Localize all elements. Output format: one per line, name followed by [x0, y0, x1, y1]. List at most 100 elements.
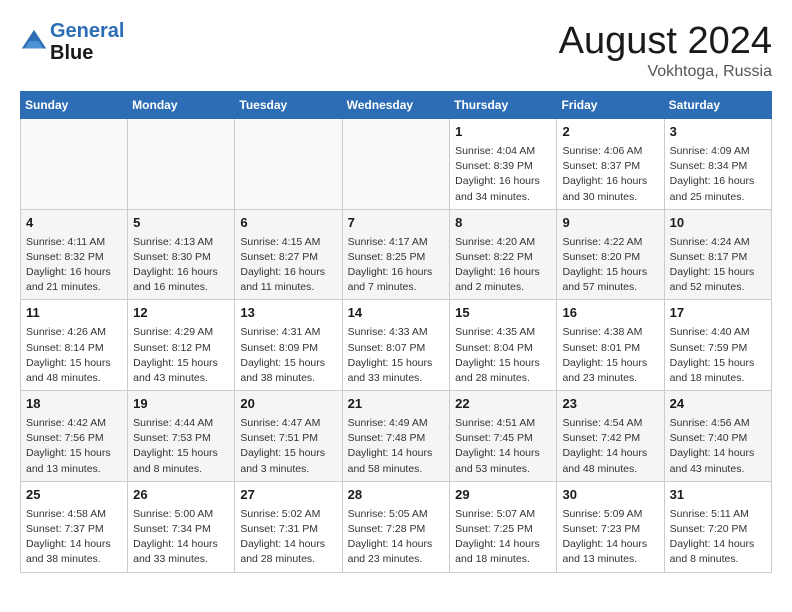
day-info: Sunrise: 4:58 AM Sunset: 7:37 PM Dayligh…	[26, 507, 122, 568]
day-info: Sunrise: 4:35 AM Sunset: 8:04 PM Dayligh…	[455, 325, 551, 386]
calendar-cell: 6Sunrise: 4:15 AM Sunset: 8:27 PM Daylig…	[235, 209, 342, 300]
day-info: Sunrise: 4:20 AM Sunset: 8:22 PM Dayligh…	[455, 235, 551, 296]
calendar-cell: 10Sunrise: 4:24 AM Sunset: 8:17 PM Dayli…	[664, 209, 771, 300]
day-number: 25	[26, 486, 122, 505]
day-info: Sunrise: 4:54 AM Sunset: 7:42 PM Dayligh…	[562, 416, 658, 477]
day-info: Sunrise: 4:49 AM Sunset: 7:48 PM Dayligh…	[348, 416, 445, 477]
day-info: Sunrise: 5:02 AM Sunset: 7:31 PM Dayligh…	[240, 507, 336, 568]
calendar-cell: 5 Sunrise: 4:13 AM Sunset: 8:30 PM Daylig…	[128, 209, 235, 300]
calendar-cell	[21, 119, 128, 210]
calendar-cell: 12 Sunrise: 4:29 AM Sunset: 8:12 PM Dayli…	[128, 300, 235, 391]
day-info: Sunrise: 4:40 AM Sunset: 7:59 PM Dayligh…	[670, 325, 766, 386]
location: Vokhtoga, Russia	[559, 63, 772, 81]
day-info: Sunrise: 4:22 AM Sunset: 8:20 PM Dayligh…	[562, 235, 658, 296]
day-info: Sunrise: 4:42 AM Sunset: 7:56 PM Dayligh…	[26, 416, 122, 477]
day-number: 4	[26, 214, 122, 233]
logo: General Blue	[20, 20, 124, 64]
day-number: 1	[455, 123, 551, 142]
weekday-header-sunday: Sunday	[21, 92, 128, 119]
calendar-table: SundayMondayTuesdayWednesdayThursdayFrid…	[20, 91, 772, 573]
calendar-cell: 13 Sunrise: 4:31 AM Sunset: 8:09 PM Dayli…	[235, 300, 342, 391]
day-number: 27	[240, 486, 336, 505]
day-number: 26	[133, 486, 229, 505]
day-info: Sunrise: 4:26 AM Sunset: 8:14 PM Dayligh…	[26, 325, 122, 386]
day-number: 16	[562, 304, 658, 323]
day-info: Sunrise: 4:38 AM Sunset: 8:01 PM Dayligh…	[562, 325, 658, 386]
calendar-cell: 31 Sunrise: 5:11 AM Sunset: 7:20 PM Dayli…	[664, 481, 771, 572]
day-number: 12	[133, 304, 229, 323]
day-number: 22	[455, 395, 551, 414]
calendar-cell: 18 Sunrise: 4:42 AM Sunset: 7:56 PM Dayli…	[21, 391, 128, 482]
day-number: 11	[26, 304, 122, 323]
day-info: Sunrise: 4:33 AM Sunset: 8:07 PM Dayligh…	[348, 325, 445, 386]
calendar-cell: 11 Sunrise: 4:26 AM Sunset: 8:14 PM Dayli…	[21, 300, 128, 391]
day-info: Sunrise: 4:04 AM Sunset: 8:39 PM Dayligh…	[455, 144, 551, 205]
week-row-5: 25 Sunrise: 4:58 AM Sunset: 7:37 PM Dayli…	[21, 481, 772, 572]
logo-line2: Blue	[50, 42, 93, 64]
day-number: 13	[240, 304, 336, 323]
day-number: 18	[26, 395, 122, 414]
calendar-cell: 21Sunrise: 4:49 AM Sunset: 7:48 PM Dayli…	[342, 391, 450, 482]
calendar-cell: 9 Sunrise: 4:22 AM Sunset: 8:20 PM Daylig…	[557, 209, 664, 300]
week-row-3: 11 Sunrise: 4:26 AM Sunset: 8:14 PM Dayli…	[21, 300, 772, 391]
calendar-cell: 2 Sunrise: 4:06 AM Sunset: 8:37 PM Daylig…	[557, 119, 664, 210]
day-info: Sunrise: 4:29 AM Sunset: 8:12 PM Dayligh…	[133, 325, 229, 386]
day-info: Sunrise: 4:51 AM Sunset: 7:45 PM Dayligh…	[455, 416, 551, 477]
day-info: Sunrise: 5:07 AM Sunset: 7:25 PM Dayligh…	[455, 507, 551, 568]
logo-line1: General	[50, 20, 124, 42]
day-info: Sunrise: 4:31 AM Sunset: 8:09 PM Dayligh…	[240, 325, 336, 386]
weekday-header-saturday: Saturday	[664, 92, 771, 119]
calendar-cell: 28 Sunrise: 5:05 AM Sunset: 7:28 PM Dayli…	[342, 481, 450, 572]
calendar-cell: 27 Sunrise: 5:02 AM Sunset: 7:31 PM Dayli…	[235, 481, 342, 572]
day-number: 30	[562, 486, 658, 505]
calendar-cell: 8 Sunrise: 4:20 AM Sunset: 8:22 PM Daylig…	[450, 209, 557, 300]
calendar-cell: 20 Sunrise: 4:47 AM Sunset: 7:51 PM Dayli…	[235, 391, 342, 482]
day-number: 15	[455, 304, 551, 323]
weekday-header-thursday: Thursday	[450, 92, 557, 119]
day-info: Sunrise: 4:44 AM Sunset: 7:53 PM Dayligh…	[133, 416, 229, 477]
day-info: Sunrise: 5:11 AM Sunset: 7:20 PM Dayligh…	[670, 507, 766, 568]
day-info: Sunrise: 4:15 AM Sunset: 8:27 PM Dayligh…	[240, 235, 336, 296]
day-number: 10	[670, 214, 766, 233]
calendar-cell	[235, 119, 342, 210]
day-info: Sunrise: 4:13 AM Sunset: 8:30 PM Dayligh…	[133, 235, 229, 296]
day-number: 20	[240, 395, 336, 414]
day-info: Sunrise: 5:00 AM Sunset: 7:34 PM Dayligh…	[133, 507, 229, 568]
weekday-header-monday: Monday	[128, 92, 235, 119]
calendar-cell: 22 Sunrise: 4:51 AM Sunset: 7:45 PM Dayli…	[450, 391, 557, 482]
calendar-cell: 4 Sunrise: 4:11 AM Sunset: 8:32 PM Daylig…	[21, 209, 128, 300]
week-row-1: 1 Sunrise: 4:04 AM Sunset: 8:39 PM Daylig…	[21, 119, 772, 210]
week-row-2: 4 Sunrise: 4:11 AM Sunset: 8:32 PM Daylig…	[21, 209, 772, 300]
calendar-cell: 30 Sunrise: 5:09 AM Sunset: 7:23 PM Dayli…	[557, 481, 664, 572]
day-number: 5	[133, 214, 229, 233]
calendar-cell: 25 Sunrise: 4:58 AM Sunset: 7:37 PM Dayli…	[21, 481, 128, 572]
day-number: 24	[670, 395, 766, 414]
day-number: 31	[670, 486, 766, 505]
day-number: 17	[670, 304, 766, 323]
calendar-cell: 24Sunrise: 4:56 AM Sunset: 7:40 PM Dayli…	[664, 391, 771, 482]
day-number: 14	[348, 304, 445, 323]
day-info: Sunrise: 4:47 AM Sunset: 7:51 PM Dayligh…	[240, 416, 336, 477]
weekday-header-friday: Friday	[557, 92, 664, 119]
page-header: General Blue August 2024 Vokhtoga, Russi…	[20, 20, 772, 81]
calendar-cell: 1 Sunrise: 4:04 AM Sunset: 8:39 PM Daylig…	[450, 119, 557, 210]
day-number: 7	[348, 214, 445, 233]
day-number: 8	[455, 214, 551, 233]
day-info: Sunrise: 5:09 AM Sunset: 7:23 PM Dayligh…	[562, 507, 658, 568]
calendar-cell: 7Sunrise: 4:17 AM Sunset: 8:25 PM Daylig…	[342, 209, 450, 300]
day-info: Sunrise: 4:06 AM Sunset: 8:37 PM Dayligh…	[562, 144, 658, 205]
calendar-cell: 23Sunrise: 4:54 AM Sunset: 7:42 PM Dayli…	[557, 391, 664, 482]
day-number: 29	[455, 486, 551, 505]
title-block: August 2024 Vokhtoga, Russia	[559, 20, 772, 81]
calendar-cell	[342, 119, 450, 210]
day-number: 2	[562, 123, 658, 142]
day-number: 3	[670, 123, 766, 142]
week-row-4: 18 Sunrise: 4:42 AM Sunset: 7:56 PM Dayli…	[21, 391, 772, 482]
day-number: 9	[562, 214, 658, 233]
day-info: Sunrise: 4:11 AM Sunset: 8:32 PM Dayligh…	[26, 235, 122, 296]
day-info: Sunrise: 5:05 AM Sunset: 7:28 PM Dayligh…	[348, 507, 445, 568]
calendar-cell: 15 Sunrise: 4:35 AM Sunset: 8:04 PM Dayli…	[450, 300, 557, 391]
day-number: 28	[348, 486, 445, 505]
day-info: Sunrise: 4:09 AM Sunset: 8:34 PM Dayligh…	[670, 144, 766, 205]
calendar-cell: 29 Sunrise: 5:07 AM Sunset: 7:25 PM Dayli…	[450, 481, 557, 572]
